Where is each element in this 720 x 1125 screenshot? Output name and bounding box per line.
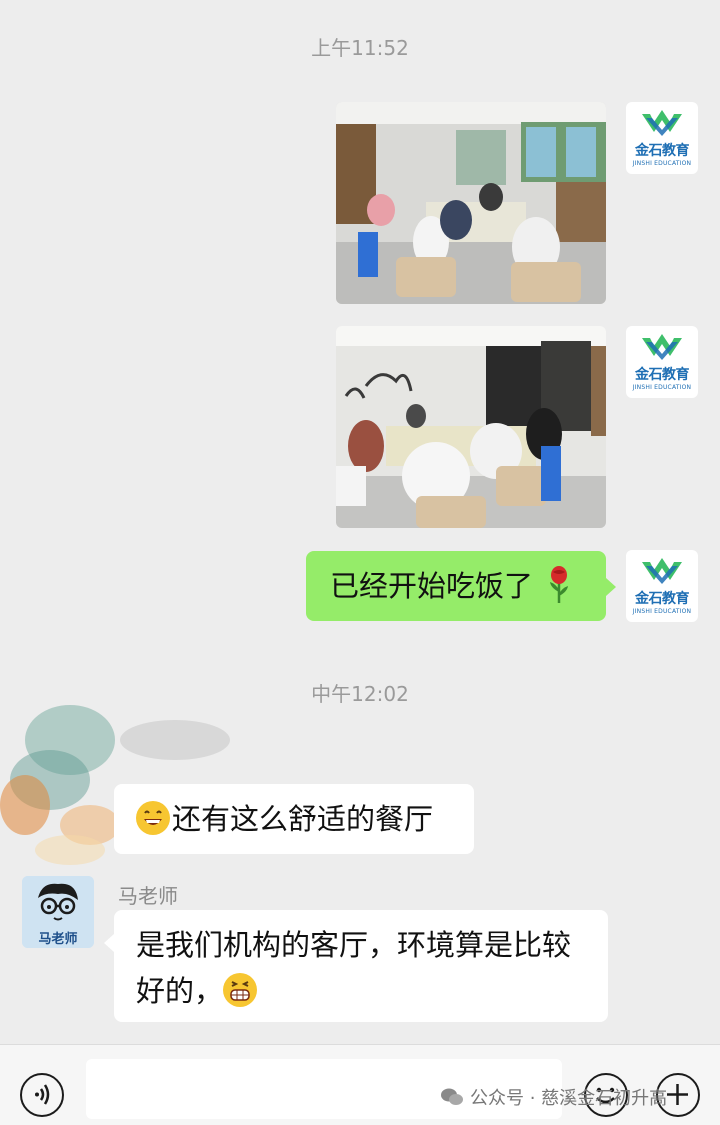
message-text-line-2: 好的， xyxy=(136,974,224,1008)
message-text: 已经开始吃饭了 xyxy=(330,569,534,603)
image-message[interactable] xyxy=(336,102,606,304)
brand-sub: JINSHI EDUCATION xyxy=(632,608,692,615)
photo-dining-room xyxy=(336,102,606,304)
teacher-avatar-label: 马老师 xyxy=(38,932,78,947)
brand-name: 金石教育 xyxy=(635,367,690,383)
sender-name: 马老师 xyxy=(118,884,178,908)
message-text-line-1: 是我们机构的客厅，环境算是比较 xyxy=(136,928,572,962)
self-avatar[interactable]: 金石教育 JINSHI EDUCATION xyxy=(626,102,698,174)
jinshi-logo-icon xyxy=(642,334,682,360)
brand-name: 金石教育 xyxy=(635,143,690,159)
grinning-face-icon xyxy=(136,801,170,835)
bubble-tail xyxy=(104,934,114,952)
brand-sub: JINSHI EDUCATION xyxy=(632,384,692,391)
teacher-avatar[interactable]: 马老师 xyxy=(22,876,94,948)
jinshi-logo-icon xyxy=(642,558,682,584)
brand-sub: JINSHI EDUCATION xyxy=(632,160,692,167)
watermark-text: 公众号 · 慈溪金石初升高 xyxy=(470,1088,668,1109)
wechat-official-account-icon xyxy=(441,1088,463,1105)
image-message[interactable] xyxy=(336,326,606,528)
self-avatar[interactable]: 金石教育 JINSHI EDUCATION xyxy=(626,326,698,398)
rose-icon xyxy=(550,566,569,603)
self-avatar[interactable]: 金石教育 JINSHI EDUCATION xyxy=(626,550,698,622)
voice-icon[interactable] xyxy=(20,1073,64,1117)
outgoing-message-bubble[interactable]: 已经开始吃饭了 xyxy=(306,551,606,621)
brand-name: 金石教育 xyxy=(635,591,690,607)
incoming-message-bubble[interactable]: 还有这么舒适的餐厅 xyxy=(114,784,474,854)
watermark: 公众号 · 慈溪金石初升高 xyxy=(440,1084,667,1110)
photo-dining-room xyxy=(336,326,606,528)
bubble-tail xyxy=(606,578,616,596)
jinshi-logo-icon xyxy=(642,110,682,136)
grinning-teeth-face-icon xyxy=(223,973,258,1007)
incoming-message-bubble[interactable]: 是我们机构的客厅，环境算是比较 好的， xyxy=(114,910,608,1022)
timestamp: 上午11:52 xyxy=(311,36,409,60)
message-text: 还有这么舒适的餐厅 xyxy=(172,802,434,836)
